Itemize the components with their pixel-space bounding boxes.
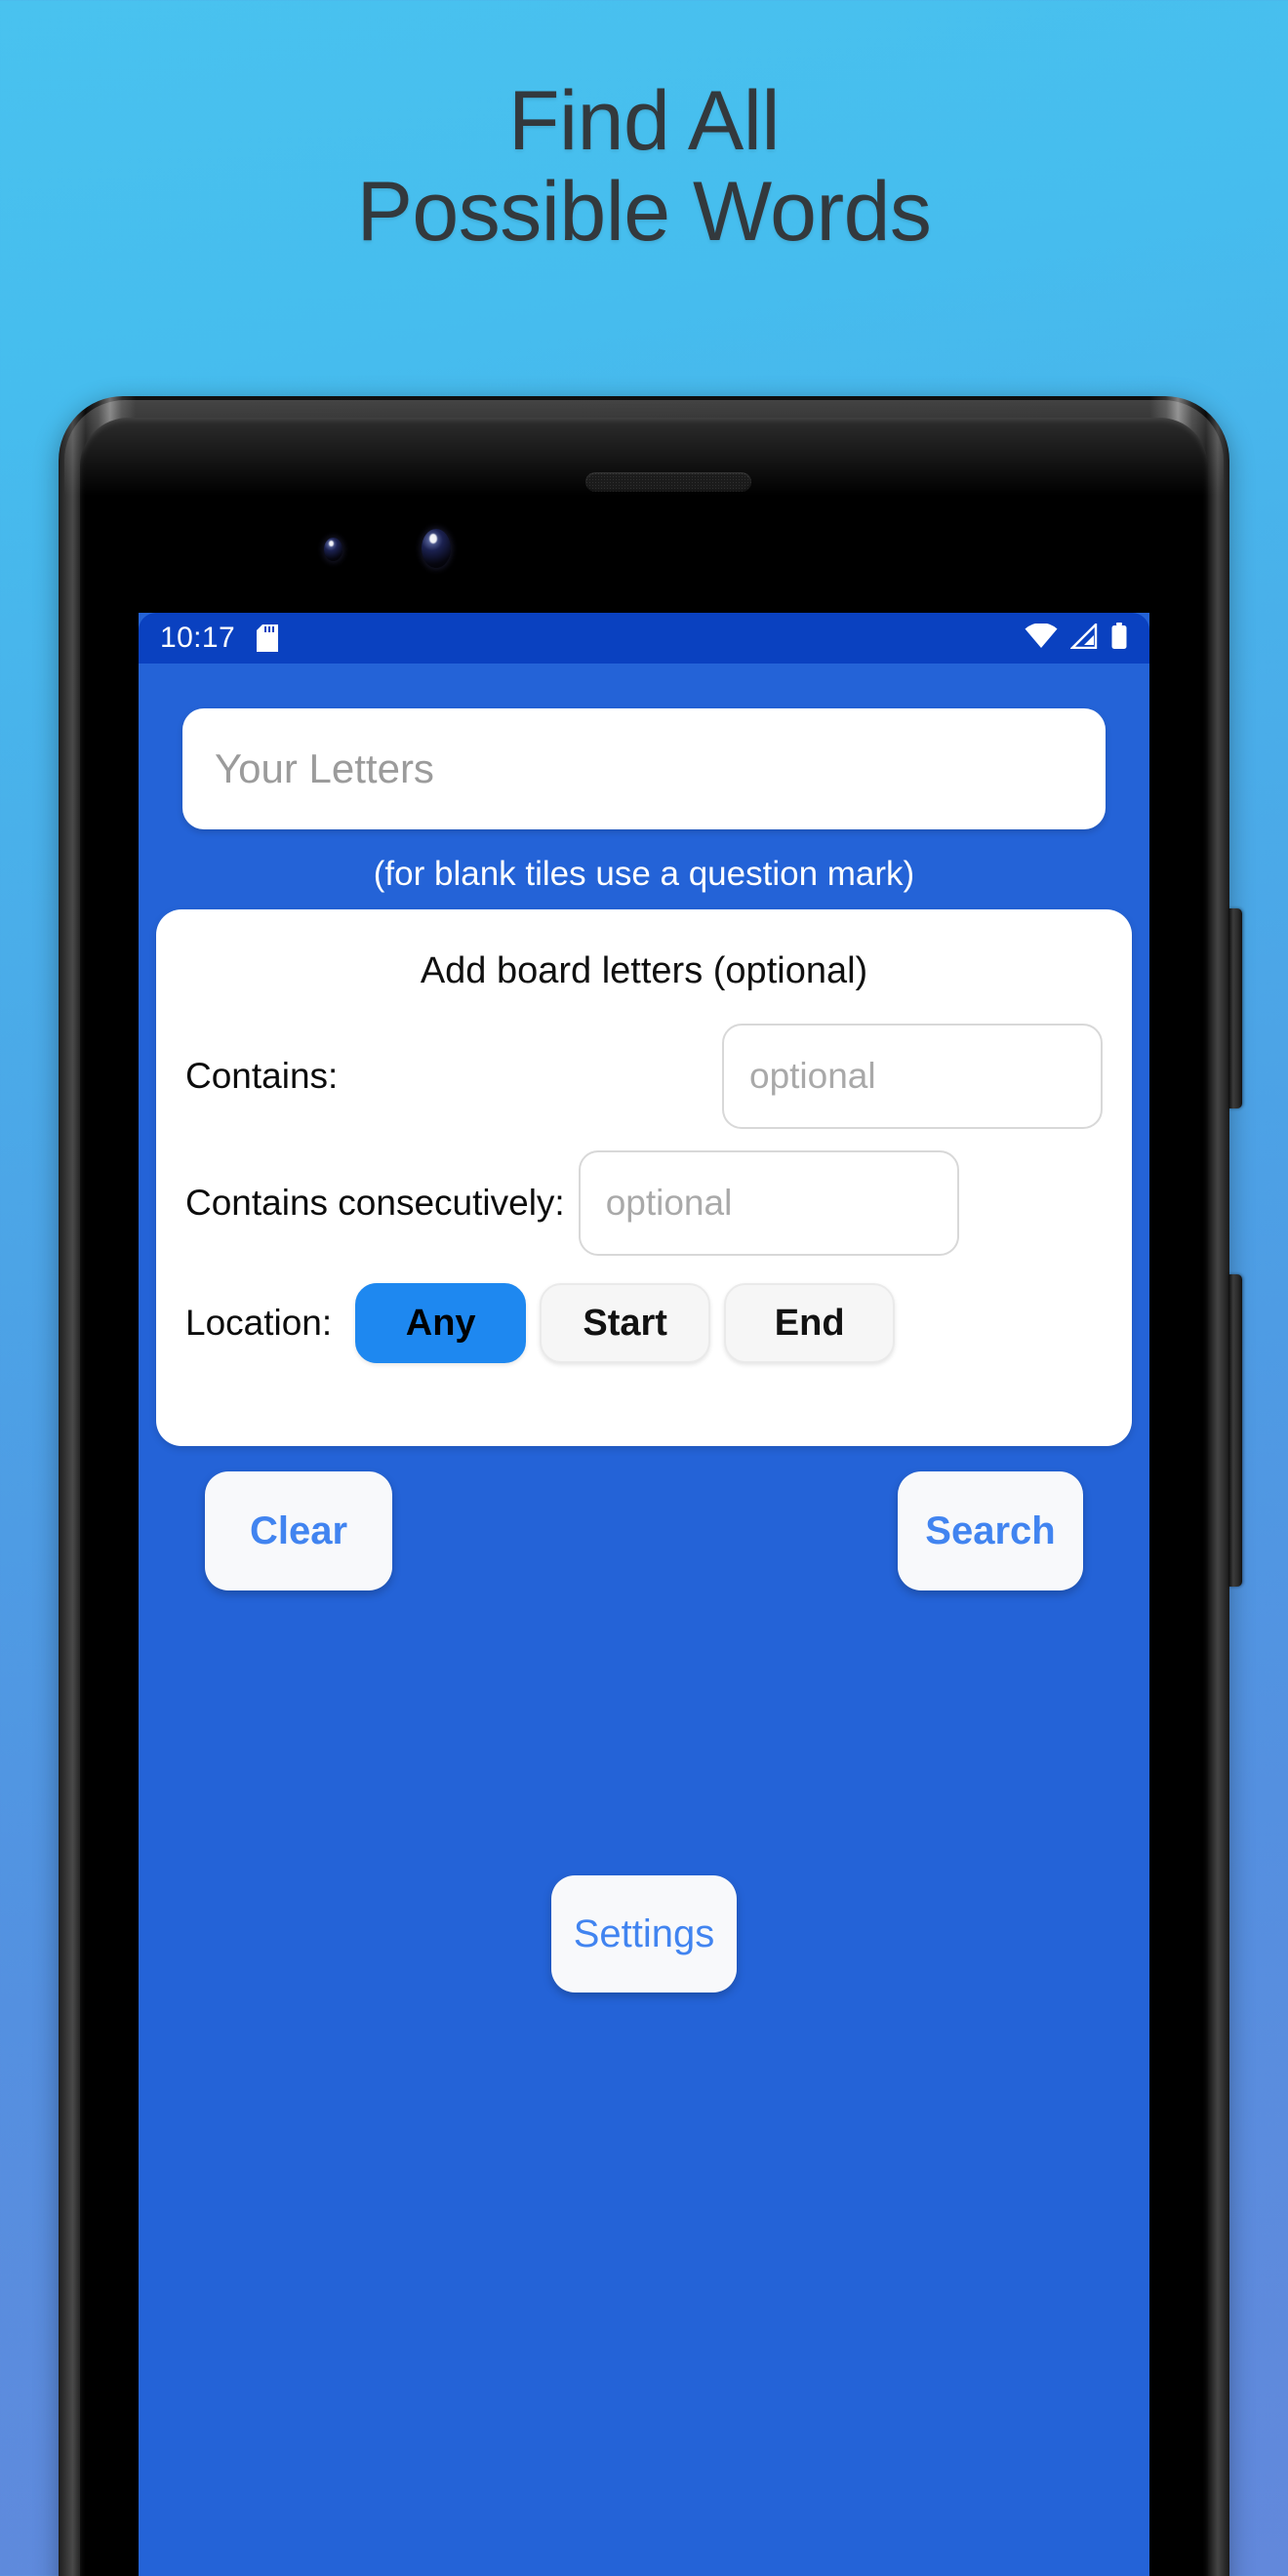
page-title: Find All Possible Words [0, 76, 1288, 258]
status-bar: 10:17 [139, 613, 1149, 664]
phone-device-mockup: 10:17 Your Letters (for blank tiles use … [59, 396, 1242, 2576]
status-bar-right-icons [1025, 621, 1128, 655]
contains-consecutively-input[interactable]: optional [578, 1150, 959, 1256]
status-bar-clock: 10:17 [160, 622, 236, 654]
contains-consecutively-label: Contains consecutively: [185, 1183, 565, 1223]
your-letters-input[interactable]: Your Letters [182, 708, 1106, 829]
your-letters-placeholder: Your Letters [215, 745, 434, 791]
cellular-signal-icon [1069, 621, 1098, 654]
contains-consecutively-row: Contains consecutively: optional [185, 1150, 1103, 1256]
location-row: Location: Any Start End [185, 1283, 1103, 1363]
settings-button[interactable]: Settings [551, 1875, 737, 1992]
board-card-title: Add board letters (optional) [420, 950, 868, 991]
wifi-icon [1025, 622, 1058, 654]
page-title-line-2: Possible Words [356, 164, 932, 259]
battery-icon [1110, 622, 1128, 655]
contains-consecutively-placeholder: optional [605, 1183, 733, 1223]
search-button[interactable]: Search [898, 1471, 1083, 1590]
power-button[interactable] [1228, 908, 1242, 1108]
volume-button[interactable] [1228, 1274, 1242, 1587]
board-letters-card: Add board letters (optional) Contains: o… [156, 909, 1132, 1446]
contains-placeholder: optional [749, 1056, 876, 1096]
blank-tiles-hint: (for blank tiles use a question mark) [373, 855, 915, 893]
contains-label: Contains: [185, 1056, 339, 1096]
front-camera-secondary-icon [324, 538, 342, 561]
location-option-any[interactable]: Any [355, 1283, 527, 1363]
sd-card-icon [257, 624, 279, 652]
clear-button[interactable]: Clear [205, 1471, 392, 1590]
page-title-line-1: Find All [507, 74, 781, 168]
location-label: Location: [185, 1303, 333, 1343]
app-content: Your Letters (for blank tiles use a ques… [139, 664, 1149, 2576]
front-camera-icon [422, 529, 451, 568]
contains-input[interactable]: optional [722, 1024, 1103, 1129]
phone-screen: 10:17 Your Letters (for blank tiles use … [139, 613, 1149, 2576]
location-option-start[interactable]: Start [540, 1283, 711, 1363]
contains-row: Contains: optional [185, 1024, 1103, 1129]
earpiece-speaker-icon [585, 472, 751, 492]
location-option-end[interactable]: End [724, 1283, 896, 1363]
